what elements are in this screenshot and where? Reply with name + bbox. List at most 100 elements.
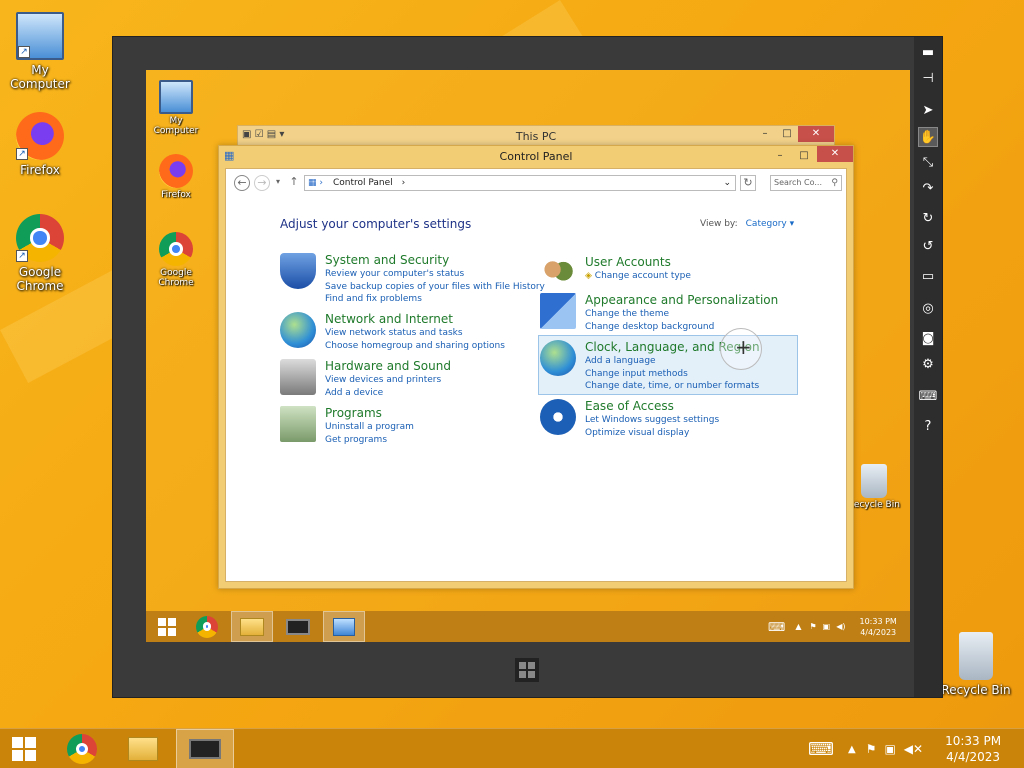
display-icon[interactable]: ▭ [918,267,938,287]
category-link[interactable]: View devices and printers [325,374,451,387]
start-button[interactable] [146,611,188,642]
hand-icon[interactable]: ✋ [918,127,938,147]
keyboard-icon[interactable]: ⌨ [768,620,785,634]
desktop: ↗ My Computer ↗ Firefox ↗ Google Chrome … [0,0,1024,728]
desktop-icon-firefox[interactable]: ↗ Firefox [0,112,80,177]
rotate-left-icon[interactable]: ↺ [918,237,938,257]
category-title[interactable]: Ease of Access [585,399,719,414]
inner-desktop-icon-chrome[interactable]: Google Chrome [146,232,206,288]
inner-desktop-icon-my-computer[interactable]: My Computer [146,80,206,136]
keyboard-icon[interactable]: ⌨ [808,739,834,760]
refresh-icon[interactable]: ↻ [740,175,756,191]
vm-home-button[interactable] [515,658,539,682]
category-link[interactable]: Change input methods [585,368,760,381]
category-title[interactable]: Hardware and Sound [325,359,451,374]
keyboard-icon[interactable]: ⌨ [918,387,938,407]
pointer-icon[interactable]: ➤ [918,101,938,121]
taskbar-file-explorer[interactable] [231,611,273,642]
guest-clock[interactable]: 10:33 PM 4/4/2023 [860,616,897,638]
forward-icon[interactable]: → [254,175,270,191]
flag-icon[interactable]: ⚑ [809,622,816,631]
touch-cursor-icon: + [720,328,762,370]
breadcrumb-chevron-icon[interactable]: › [402,178,406,188]
category-link[interactable]: Let Windows suggest settings [585,414,719,427]
volume-muted-icon[interactable]: ◀✕ [904,742,923,756]
time: 10:33 PM [945,734,1002,748]
start-button[interactable] [0,729,48,768]
category-link[interactable]: Choose homegroup and sharing options [325,340,505,353]
control-panel-window[interactable]: ▦ Control Panel – □ ✕ ← → ▾ ↑ ▦ › Contro… [218,145,854,589]
minimize-icon[interactable]: ▬ [918,43,938,63]
globe-icon[interactable]: ◎ [918,299,938,319]
date: 4/4/2023 [946,750,1001,764]
minimize-icon[interactable]: – [754,126,776,142]
guest-screen: My Computer Firefox Google Chrome Recycl… [146,70,910,642]
taskbar-file-explorer[interactable] [116,729,170,768]
close-icon[interactable]: ✕ [817,146,853,162]
chrome-icon [67,734,97,764]
redo-icon[interactable]: ↷ [918,179,938,199]
category-link[interactable]: Add a device [325,387,451,400]
category-link[interactable]: Uninstall a program [325,421,414,434]
window-title: Control Panel [499,150,573,163]
pin-icon[interactable]: ⊣ [918,69,938,89]
gear-icon[interactable]: ⚙ [918,355,938,375]
minimize-icon[interactable]: – [769,148,791,164]
maximize-icon[interactable]: □ [793,148,815,164]
category-title[interactable]: Appearance and Personalization [585,293,778,308]
category-link[interactable]: Review your computer's status [325,268,545,281]
category-title[interactable]: System and Security [325,253,545,268]
category-link[interactable]: Get programs [325,434,414,447]
host-clock[interactable]: 10:33 PM 4/4/2023 [945,733,1001,765]
category-link[interactable]: ◈ Change account type [585,270,691,283]
chevron-down-icon[interactable]: ⌄ [723,176,731,190]
crosshair-icon: + [735,335,752,359]
taskbar-chrome[interactable] [186,611,228,642]
close-icon[interactable]: ✕ [798,126,834,142]
taskbar-control-panel[interactable] [323,611,365,642]
help-icon[interactable]: ? [918,417,938,437]
desktop-icon-my-computer[interactable]: ↗ My Computer [0,12,80,91]
search-input[interactable]: Search Co... ⚲ [770,175,842,191]
resize-icon[interactable]: ⤡ [918,153,938,173]
desktop-icon-recycle-bin[interactable]: Recycle Bin [936,632,1016,697]
rotate-right-icon[interactable]: ↻ [918,209,938,229]
volume-icon[interactable]: ◀) [836,622,845,631]
flag-icon[interactable]: ⚑ [866,742,877,756]
taskbar-chrome[interactable] [56,729,108,768]
category-link[interactable]: Save backup copies of your files with Fi… [325,281,545,294]
show-hidden-icons-icon[interactable]: ▲ [795,622,801,631]
category-title[interactable]: User Accounts [585,255,691,270]
inner-desktop-icon-firefox[interactable]: Firefox [146,154,206,200]
maximize-icon[interactable]: □ [776,126,798,142]
show-hidden-icons-icon[interactable]: ▲ [848,744,856,755]
inner-desktop-icon-label: Google Chrome [158,268,194,288]
category-title[interactable]: Network and Internet [325,312,505,327]
category-link[interactable]: Change the theme [585,308,778,321]
category-link[interactable]: Change date, time, or number formats [585,380,760,393]
recent-pages-icon[interactable]: ▾ [270,175,286,191]
category-link[interactable]: View network status and tasks [325,327,505,340]
host-taskbar: ⌨ ▲ ⚑ ▣ ◀✕ 10:33 PM 4/4/2023 [0,728,1024,768]
network-icon[interactable]: ▣ [823,622,831,631]
control-panel-small-icon: ▦ › [308,178,323,188]
inner-desktop-icon-label: My Computer [153,116,199,136]
breadcrumb[interactable]: Control Panel [333,178,393,188]
view-by-dropdown[interactable]: Category ▾ [746,219,795,229]
network-icon[interactable]: ▣ [884,742,895,756]
camera-icon[interactable]: ◙ [918,329,938,349]
window-title: This PC [515,130,557,143]
taskbar-vm-viewer[interactable] [176,729,234,768]
address-bar[interactable]: ▦ › Control Panel › ⌄ [304,175,736,191]
search-icon[interactable]: ⚲ [831,176,838,190]
category-link[interactable]: Optimize visual display [585,427,719,440]
up-icon[interactable]: ↑ [286,175,302,191]
category-link[interactable]: Find and fix problems [325,293,545,306]
title-bar[interactable]: ▦ Control Panel – □ ✕ [219,146,853,168]
windows-logo-icon [12,737,36,761]
taskbar-remote-desktop[interactable] [277,611,319,642]
desktop-icon-chrome[interactable]: ↗ Google Chrome [0,214,80,293]
back-icon[interactable]: ← [234,175,250,191]
category-title[interactable]: Programs [325,406,414,421]
chrome-icon [196,615,218,638]
